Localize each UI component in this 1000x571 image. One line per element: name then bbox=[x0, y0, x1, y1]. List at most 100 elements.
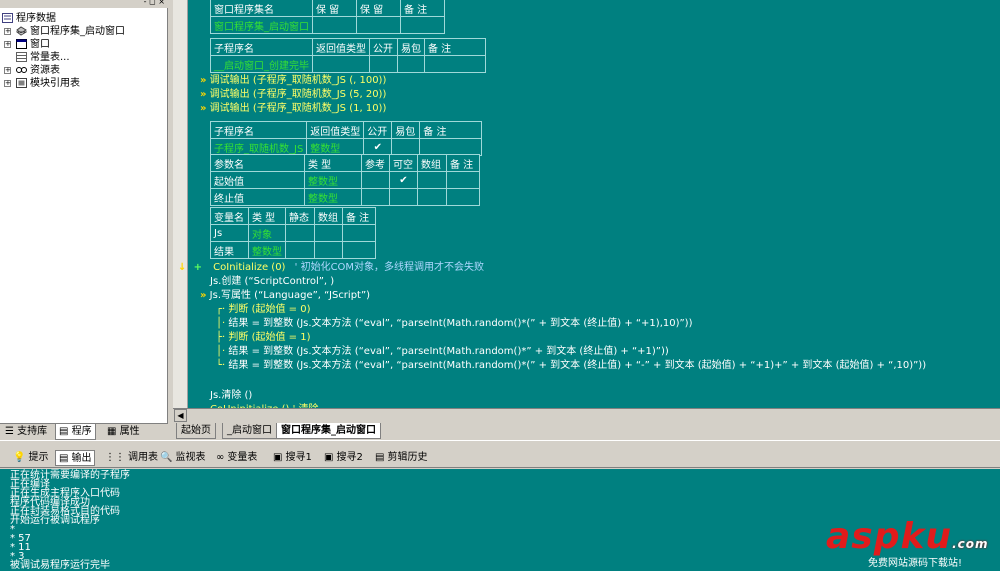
code-line[interactable]: » 调试输出 (子程序_取随机数_JS (1, 10)) bbox=[200, 102, 386, 115]
expand-icon[interactable]: + bbox=[4, 80, 11, 87]
table-cell[interactable]: 子程序_取随机数_JS bbox=[209, 138, 308, 156]
tab-search2[interactable]: ▣ 搜寻2 bbox=[321, 450, 366, 466]
tree-item-window[interactable]: + 窗口 bbox=[0, 38, 168, 51]
flow-branch-icon: ├· bbox=[216, 332, 226, 343]
output-line: 程序代码编译成功 bbox=[10, 497, 90, 508]
table-cell[interactable]: 整数型 bbox=[304, 188, 362, 206]
tree-item-label: 模块引用表 bbox=[30, 78, 80, 89]
vertical-scrollbar[interactable] bbox=[173, 0, 188, 408]
expand-icon[interactable]: + bbox=[4, 67, 11, 74]
tab-call-table[interactable]: ⋮⋮ 调用表 bbox=[102, 450, 161, 466]
tab-startup-window[interactable]: _启动窗口 bbox=[222, 423, 277, 439]
tab-label: 提示 bbox=[28, 452, 49, 463]
table-cell[interactable]: 整数型 bbox=[304, 171, 362, 189]
table-cell[interactable] bbox=[424, 55, 486, 73]
code-text: 调试输出 (子程序_取随机数_JS (5, 20)) bbox=[209, 89, 387, 100]
table-cell[interactable]: 结果 bbox=[210, 241, 249, 259]
table-cell[interactable] bbox=[369, 55, 398, 73]
module-ref-icon bbox=[16, 78, 27, 88]
panel-window-buttons[interactable]: - ◻ × bbox=[144, 0, 165, 6]
table-cell[interactable] bbox=[361, 171, 390, 189]
tab-clip-history[interactable]: ▤ 剪辑历史 bbox=[372, 450, 430, 466]
panel-titlebar: - ◻ × bbox=[0, 0, 168, 8]
table-cell[interactable]: 窗口程序集_启动窗口 bbox=[210, 16, 313, 34]
tab-properties[interactable]: ▦ 属性 bbox=[104, 424, 143, 440]
table-cell[interactable] bbox=[285, 224, 315, 242]
table-cell[interactable] bbox=[446, 188, 480, 206]
tab-search1[interactable]: ▣ 搜寻1 bbox=[270, 450, 315, 466]
tree-item-resources[interactable]: + 资源表 bbox=[0, 64, 168, 77]
table-cell[interactable] bbox=[391, 138, 421, 156]
expand-icon[interactable]: + bbox=[4, 28, 11, 35]
table-cell[interactable]: 整数型 bbox=[306, 138, 365, 156]
table-header: 返回值类型 bbox=[312, 38, 370, 56]
panel-splitter[interactable] bbox=[0, 440, 1000, 448]
table-cell[interactable] bbox=[312, 16, 357, 34]
code-line[interactable]: » Js.写属性 (“Language”, “JScript”) bbox=[200, 289, 370, 302]
tab-label: 支持库 bbox=[17, 426, 48, 437]
tree-item-assembly[interactable]: + 窗口程序集_启动窗口 bbox=[0, 25, 168, 38]
tab-hint[interactable]: 💡 提示 bbox=[10, 450, 51, 466]
tab-start-page[interactable]: 起始页 bbox=[176, 423, 216, 439]
table-header: 备 注 bbox=[424, 38, 486, 56]
code-line[interactable]: │· 结果 = 到整数 (Js.文本方法 (“eval”, “parseInt(… bbox=[216, 345, 669, 358]
tab-label: 搜寻1 bbox=[285, 452, 312, 463]
tab-output[interactable]: ▤ 输出 bbox=[55, 450, 96, 466]
code-line[interactable]: » 调试输出 (子程序_取随机数_JS (5, 20)) bbox=[200, 88, 386, 101]
table-cell[interactable] bbox=[312, 55, 370, 73]
code-line[interactable]: └· 结果 = 到整数 (Js.文本方法 (“eval”, “parseInt(… bbox=[216, 359, 926, 372]
resource-table-icon bbox=[16, 65, 27, 75]
table-cell[interactable] bbox=[417, 171, 447, 189]
tab-assembly-startup[interactable]: 窗口程序集_启动窗口 bbox=[276, 423, 381, 439]
table-cell[interactable]: 整数型 bbox=[248, 241, 286, 259]
table-cell[interactable] bbox=[285, 241, 315, 259]
window-icon bbox=[16, 39, 27, 49]
table-cell[interactable] bbox=[342, 241, 376, 259]
tree-item-program-data[interactable]: 程序数据 bbox=[0, 12, 168, 25]
tab-program[interactable]: ▤ 程序 bbox=[55, 424, 96, 440]
checkmark-icon[interactable]: ✔ bbox=[363, 138, 393, 156]
code-line[interactable]: Js.清除 () bbox=[210, 389, 252, 402]
table-cell[interactable] bbox=[417, 188, 447, 206]
table-cell[interactable]: __启动窗口_创建完毕 bbox=[210, 55, 313, 73]
code-line-coinitialize[interactable]: ↓ + CoInitialize (0) ' 初始化COM对象，多线程调用才不会… bbox=[178, 261, 484, 274]
tab-variables[interactable]: ∞ 变量表 bbox=[213, 450, 260, 466]
table-cell[interactable] bbox=[389, 188, 418, 206]
table-cell[interactable] bbox=[342, 224, 376, 242]
table-cell[interactable] bbox=[361, 188, 390, 206]
code-text: Js.清除 () bbox=[210, 390, 253, 401]
tab-support-library[interactable]: ☰ 支持库 bbox=[2, 424, 50, 440]
table-cell[interactable]: 终止值 bbox=[210, 188, 305, 206]
code-line[interactable]: » 调试输出 (子程序_取随机数_JS (, 100)) bbox=[200, 74, 386, 87]
flow-branch-icon: │· bbox=[216, 346, 226, 357]
table-cell[interactable]: 起始值 bbox=[210, 171, 305, 189]
tab-label: 调用表 bbox=[128, 452, 158, 463]
table-cell[interactable] bbox=[397, 55, 425, 73]
table-cell[interactable] bbox=[419, 138, 483, 156]
tree-item-constants[interactable]: 常量表... bbox=[0, 51, 168, 64]
expand-icon[interactable]: + bbox=[4, 41, 11, 48]
code-line[interactable]: ┌· 判断 (起始值 = 0) bbox=[216, 303, 310, 316]
table-cell[interactable] bbox=[446, 171, 480, 189]
table-cell[interactable]: 对象 bbox=[248, 224, 286, 242]
checkmark-icon[interactable]: ✔ bbox=[389, 171, 418, 189]
table-cell[interactable] bbox=[314, 224, 343, 242]
properties-icon: ▦ bbox=[107, 426, 117, 437]
table-header: 备 注 bbox=[342, 207, 376, 225]
code-line[interactable]: ├· 判断 (起始值 = 1) bbox=[216, 331, 310, 344]
scroll-left-icon[interactable]: ◀ bbox=[174, 409, 187, 422]
call-table-icon: ⋮⋮ bbox=[105, 452, 125, 463]
table-cell[interactable]: Js bbox=[210, 224, 249, 242]
code-line[interactable]: Js.创建 (“ScriptControl”, ) bbox=[210, 275, 334, 288]
document-tabs: 起始页 _启动窗口 窗口程序集_启动窗口 bbox=[168, 423, 1000, 440]
table-cell[interactable] bbox=[356, 16, 401, 34]
table-cell[interactable] bbox=[400, 16, 445, 34]
table-cell[interactable] bbox=[314, 241, 343, 259]
horizontal-scrollbar[interactable]: ◀ bbox=[173, 408, 1000, 423]
code-editor[interactable]: 窗口程序集名 保 留 保 留 备 注 窗口程序集_启动窗口 子程序名 返回值类型… bbox=[168, 0, 1000, 423]
code-line[interactable]: │· 结果 = 到整数 (Js.文本方法 (“eval”, “parseInt(… bbox=[216, 317, 693, 330]
tab-label: 起始页 bbox=[181, 425, 211, 436]
tree-item-module-refs[interactable]: + 模块引用表 bbox=[0, 77, 168, 90]
tab-watch[interactable]: 🔍 监视表 bbox=[157, 450, 208, 466]
table-header: 窗口程序集名 bbox=[210, 0, 313, 17]
